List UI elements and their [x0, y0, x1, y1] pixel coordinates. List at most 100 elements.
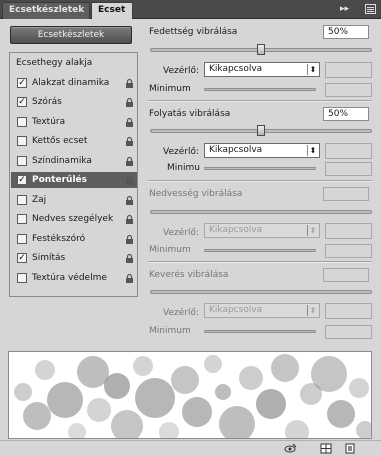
settings-item-label: Zaj: [32, 194, 47, 205]
brush-settings-list: Ecsethegy alakja ✓ Alakzat dinamika ✓ Szórás…: [9, 52, 138, 297]
updown-arrow-icon: ⬍: [307, 225, 318, 236]
lock-icon[interactable]: [124, 253, 135, 264]
wetness-minimum-label: Minimum: [149, 245, 191, 255]
slider-thumb[interactable]: [257, 125, 265, 136]
brush-dabs-preview-image: [14, 354, 371, 438]
checkbox[interactable]: [17, 272, 27, 283]
flow-control-label: Vezérlő:: [163, 147, 199, 157]
flow-minimum-label: Minimu: [167, 163, 200, 173]
wetness-jitter-value[interactable]: [323, 187, 369, 201]
updown-arrow-icon: ⬍: [307, 64, 318, 75]
brush-stroke-preview: [8, 351, 372, 439]
mix-jitter-label: Keverés vibrálása: [149, 270, 229, 280]
wetness-minimum-slider[interactable]: [204, 249, 316, 252]
settings-item-label: Kettős ecset: [32, 136, 88, 146]
checkbox[interactable]: [17, 116, 27, 127]
settings-item-label: Ecsethegy alakja: [16, 58, 93, 68]
settings-item[interactable]: ✓ Simítás: [11, 250, 137, 266]
mix-jitter-value[interactable]: [323, 268, 369, 282]
opacity-control-select[interactable]: Kikapcsolva ⬍: [204, 62, 320, 77]
settings-item[interactable]: ✓ Szórás: [11, 94, 137, 110]
divider: [148, 180, 372, 181]
updown-arrow-icon: ⬍: [307, 305, 318, 316]
checkbox[interactable]: [17, 155, 27, 166]
flow-jitter-value[interactable]: 50%: [323, 107, 369, 121]
checkbox[interactable]: [17, 233, 27, 244]
opacity-jitter-label: Fedettség vibrálása: [149, 27, 238, 37]
flow-minimum-slider[interactable]: [204, 167, 316, 170]
settings-item[interactable]: ✓ Ponterűlés: [11, 172, 137, 188]
collapse-panel-icon[interactable]: ▸▸: [340, 3, 349, 15]
opacity-minimum-slider[interactable]: [204, 88, 316, 91]
flow-control-extra-field: [325, 143, 372, 159]
mix-control-select[interactable]: Kikapcsolva ⬍: [204, 303, 320, 318]
flow-control-select[interactable]: Kikapcsolva ⬍: [204, 143, 320, 158]
settings-item-label: Festékszóró: [32, 233, 86, 244]
wetness-control-label: Vezérlő:: [163, 228, 199, 238]
tab-brush[interactable]: Ecset: [91, 2, 133, 19]
mix-control-extra-field: [325, 303, 372, 319]
lock-icon[interactable]: [124, 117, 135, 128]
updown-arrow-icon: ⬍: [307, 145, 318, 156]
divider: [148, 100, 372, 101]
tab-brush-presets[interactable]: Ecsetkészletek: [2, 2, 90, 19]
divider: [148, 261, 372, 262]
lock-icon[interactable]: [124, 273, 135, 284]
settings-item[interactable]: Textúra: [11, 114, 137, 130]
settings-item[interactable]: Nedves szegélyek: [11, 211, 137, 227]
checkbox-checked[interactable]: ✓: [17, 77, 27, 88]
slider-thumb[interactable]: [257, 44, 265, 55]
wetness-control-extra-field: [325, 223, 372, 239]
wetness-jitter-slider[interactable]: [150, 210, 372, 214]
opacity-control-label: Vezérlő:: [163, 66, 199, 76]
mix-minimum-value[interactable]: [325, 325, 372, 339]
select-value: Kikapcsolva: [209, 145, 263, 155]
settings-item[interactable]: ✓ Alakzat dinamika: [11, 75, 137, 91]
new-preset-icon[interactable]: [344, 443, 357, 454]
lock-icon[interactable]: [124, 136, 135, 147]
opacity-jitter-value[interactable]: 50%: [323, 25, 369, 39]
wetness-control-select[interactable]: Kikapcsolva ⬍: [204, 223, 320, 238]
settings-item[interactable]: Ecsethegy alakja: [11, 55, 137, 71]
settings-item-label: Alakzat dinamika: [32, 77, 110, 88]
mix-jitter-slider[interactable]: [150, 290, 372, 294]
opacity-jitter-slider[interactable]: [150, 44, 372, 55]
settings-item-label: Simítás: [32, 253, 66, 263]
checkbox-checked[interactable]: ✓: [17, 175, 27, 185]
settings-item[interactable]: Festékszóró: [11, 231, 137, 247]
mix-control-label: Vezérlő:: [163, 308, 199, 318]
brush-presets-button[interactable]: Ecsetkészletek: [10, 26, 132, 44]
opacity-minimum-value[interactable]: [325, 83, 372, 97]
settings-item[interactable]: Színdinamika: [11, 153, 137, 169]
checkbox-checked[interactable]: ✓: [17, 253, 27, 263]
eye-brush-icon[interactable]: [284, 443, 297, 454]
lock-icon[interactable]: [124, 214, 135, 225]
select-value: Kikapcsolva: [209, 305, 263, 315]
panel-bottom-bar: [0, 440, 381, 456]
flow-jitter-label: Folyatás vibrálása: [149, 109, 231, 119]
opacity-control-extra-field: [325, 62, 372, 78]
lock-icon[interactable]: [124, 175, 135, 186]
checkbox[interactable]: [17, 214, 27, 224]
flow-jitter-slider[interactable]: [150, 125, 372, 136]
checkbox-checked[interactable]: ✓: [17, 97, 27, 107]
settings-item-label: Textúra védelme: [32, 272, 107, 283]
mix-minimum-slider[interactable]: [204, 330, 316, 333]
panel-tab-bar: Ecsetkészletek Ecset ▸▸: [0, 0, 381, 19]
checkbox[interactable]: [17, 136, 27, 146]
settings-item[interactable]: Textúra védelme: [11, 270, 137, 286]
settings-item[interactable]: Kettős ecset: [11, 133, 137, 149]
lock-icon[interactable]: [124, 234, 135, 245]
panel-menu-icon[interactable]: [365, 4, 376, 14]
lock-icon[interactable]: [124, 195, 135, 206]
settings-item-label: Színdinamika: [32, 155, 92, 166]
lock-icon[interactable]: [124, 78, 135, 89]
lock-icon[interactable]: [124, 156, 135, 167]
wetness-minimum-value[interactable]: [325, 244, 372, 258]
checkbox[interactable]: [17, 194, 27, 205]
grid-icon[interactable]: [320, 443, 333, 454]
select-value: Kikapcsolva: [209, 64, 263, 74]
settings-item[interactable]: Zaj: [11, 192, 137, 208]
flow-minimum-value[interactable]: [325, 162, 372, 176]
lock-icon[interactable]: [124, 97, 135, 108]
